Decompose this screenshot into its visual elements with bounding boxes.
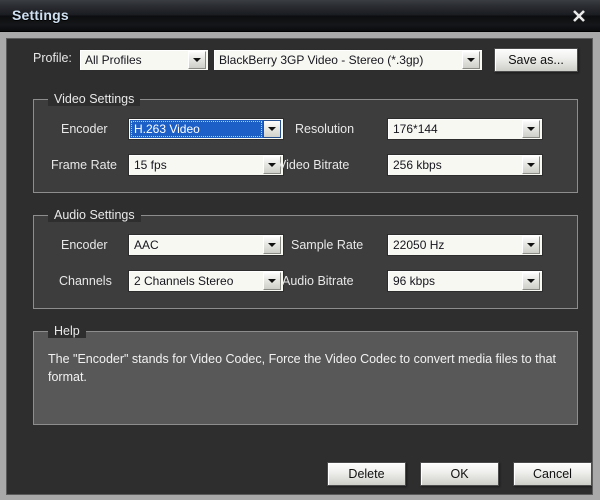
audio-encoder-label: Encoder [61, 238, 108, 252]
chevron-down-icon[interactable] [522, 272, 540, 290]
cancel-button[interactable]: Cancel [513, 462, 592, 486]
sample-rate-label: Sample Rate [291, 238, 364, 252]
audio-bitrate-value: 96 kbps [393, 274, 436, 288]
channels-combo[interactable]: 2 Channels Stereo [128, 270, 284, 292]
resolution-value: 176*144 [393, 122, 438, 136]
window-frame: Profile: All Profiles BlackBerry 3GP Vid… [0, 32, 600, 500]
audio-settings-title: Audio Settings [48, 208, 141, 222]
help-title: Help [48, 324, 86, 338]
video-settings-title: Video Settings [48, 92, 141, 106]
settings-dialog: Settings Profile: All Profiles BlackBerr… [0, 0, 600, 500]
video-encoder-value: H.263 Video [130, 120, 263, 138]
channels-value: 2 Channels Stereo [134, 274, 234, 288]
ok-button[interactable]: OK [420, 462, 499, 486]
video-encoder-label: Encoder [61, 122, 108, 136]
title-bar: Settings [0, 0, 600, 32]
resolution-combo[interactable]: 176*144 [387, 118, 543, 140]
chevron-down-icon[interactable] [188, 51, 206, 69]
help-text: The "Encoder" stands for Video Codec, Fo… [48, 352, 557, 384]
audio-settings-group: Audio Settings Encoder AAC Sample Rate 2… [33, 208, 578, 309]
resolution-label: Resolution [295, 122, 355, 136]
chevron-down-icon[interactable] [462, 51, 480, 69]
chevron-down-icon[interactable] [263, 120, 281, 138]
audio-bitrate-combo[interactable]: 96 kbps [387, 270, 543, 292]
profile-filter-combo[interactable]: All Profiles [79, 49, 209, 71]
video-bitrate-label: Video Bitrate [278, 158, 350, 172]
profile-filter-value: All Profiles [85, 53, 142, 67]
profile-label: Profile: [33, 51, 72, 65]
profile-value: BlackBerry 3GP Video - Stereo (*.3gp) [219, 53, 424, 67]
video-settings-group: Video Settings Encoder H.263 Video Resol… [33, 92, 578, 193]
close-icon[interactable] [566, 4, 592, 28]
dialog-body: Profile: All Profiles BlackBerry 3GP Vid… [6, 38, 593, 495]
sample-rate-value: 22050 Hz [393, 238, 445, 252]
chevron-down-icon[interactable] [522, 120, 540, 138]
profile-row: Profile: All Profiles BlackBerry 3GP Vid… [7, 47, 592, 77]
chevron-down-icon[interactable] [522, 236, 540, 254]
audio-bitrate-label: Audio Bitrate [282, 274, 354, 288]
delete-button[interactable]: Delete [327, 462, 406, 486]
audio-encoder-value: AAC [134, 238, 159, 252]
frame-rate-label: Frame Rate [51, 158, 117, 172]
video-encoder-combo[interactable]: H.263 Video [128, 118, 284, 140]
profile-combo[interactable]: BlackBerry 3GP Video - Stereo (*.3gp) [213, 49, 483, 71]
sample-rate-combo[interactable]: 22050 Hz [387, 234, 543, 256]
help-group: Help The "Encoder" stands for Video Code… [33, 324, 578, 425]
video-bitrate-value: 256 kbps [393, 158, 442, 172]
frame-rate-combo[interactable]: 15 fps [128, 154, 284, 176]
chevron-down-icon[interactable] [522, 156, 540, 174]
window-title: Settings [12, 7, 69, 23]
chevron-down-icon[interactable] [263, 236, 281, 254]
frame-rate-value: 15 fps [134, 158, 167, 172]
video-bitrate-combo[interactable]: 256 kbps [387, 154, 543, 176]
save-as-button[interactable]: Save as... [494, 48, 578, 72]
chevron-down-icon[interactable] [263, 272, 281, 290]
channels-label: Channels [59, 274, 112, 288]
audio-encoder-combo[interactable]: AAC [128, 234, 284, 256]
